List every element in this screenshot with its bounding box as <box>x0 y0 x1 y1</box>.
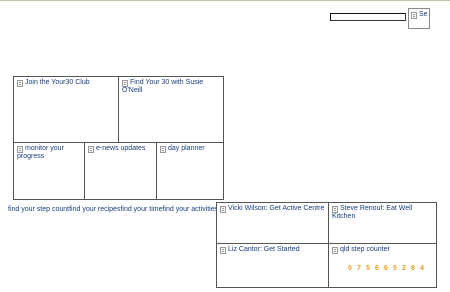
top-divider <box>0 0 450 1</box>
broken-image-icon <box>88 146 94 153</box>
tile-enews-updates[interactable]: e-news updates <box>84 142 157 200</box>
broken-image-icon <box>17 80 23 87</box>
broken-image-icon <box>220 206 226 213</box>
link-activities[interactable]: find your activities <box>162 206 218 213</box>
tile-liz-cantor[interactable]: Liz Cantor: Get Started <box>216 243 330 288</box>
quick-links: find your step countfind your recipesfin… <box>8 206 218 213</box>
link-recipes[interactable]: find your recipes <box>69 206 120 213</box>
search-button-label: Se <box>419 11 428 18</box>
step-digit: 8 <box>411 265 415 272</box>
tile-find-your-30[interactable]: Find Your 30 with Susie O'Neill <box>118 76 224 143</box>
search-input[interactable] <box>330 13 406 21</box>
tile-steve-renouf[interactable]: Steve Renouf: Eat Well Kitchen <box>328 202 437 245</box>
tile-label: qld step counter <box>340 246 390 253</box>
broken-image-icon <box>332 247 338 254</box>
search-button[interactable]: Se <box>408 8 430 29</box>
step-digit: 5 <box>393 265 397 272</box>
tile-label: e-news updates <box>96 145 146 152</box>
tile-label: Vicki Wilson: Get Active Centre <box>228 205 325 212</box>
tile-monitor-progress[interactable]: monitor your progress <box>13 142 85 200</box>
broken-image-icon <box>160 146 166 153</box>
tile-join-club[interactable]: Join the Your30 Club <box>13 76 119 143</box>
broken-image-icon <box>122 80 128 87</box>
broken-image-icon <box>411 12 417 19</box>
link-time[interactable]: find your time <box>120 206 162 213</box>
tile-label: Liz Cantor: Get Started <box>228 246 300 253</box>
step-digit: 7 <box>357 265 361 272</box>
step-digit: 2 <box>402 265 406 272</box>
tile-day-planner[interactable]: day planner <box>156 142 224 200</box>
step-counter-digits: 075665284 <box>348 265 429 272</box>
step-digit: 0 <box>348 265 352 272</box>
broken-image-icon <box>332 206 338 213</box>
tile-label: Find Your 30 with Susie O'Neill <box>122 79 204 94</box>
tile-vicki-wilson[interactable]: Vicki Wilson: Get Active Centre <box>216 202 330 245</box>
tile-label: day planner <box>168 145 205 152</box>
broken-image-icon <box>17 146 23 153</box>
broken-image-icon <box>220 247 226 254</box>
step-digit: 6 <box>384 265 388 272</box>
step-digit: 4 <box>420 265 424 272</box>
link-step-count[interactable]: find your step count <box>8 206 69 213</box>
tile-label: Join the Your30 Club <box>25 79 90 86</box>
step-digit: 6 <box>375 265 379 272</box>
tile-label: monitor your progress <box>17 145 64 160</box>
tile-label: Steve Renouf: Eat Well Kitchen <box>332 205 413 220</box>
step-digit: 5 <box>366 265 370 272</box>
